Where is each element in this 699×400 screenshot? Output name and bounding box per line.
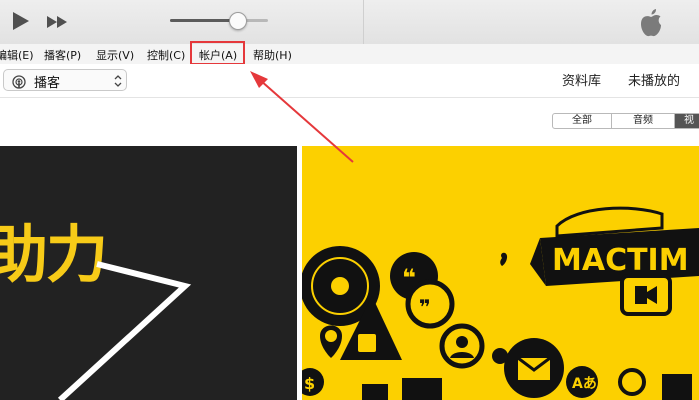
volume-slider-knob[interactable] (229, 12, 247, 30)
fast-forward-icon[interactable] (46, 14, 68, 33)
podcast-icon (12, 74, 26, 93)
library-toolbar: 播客 资料库 未播放的 (0, 64, 699, 98)
artwork-decoration (57, 261, 192, 400)
menu-view[interactable]: 显示(V) (96, 47, 134, 63)
play-icon[interactable] (11, 11, 31, 35)
podcast-artwork-left[interactable]: 助力 (0, 146, 297, 400)
podcast-artwork-right[interactable]: MACTIM ❝ ❞ Aあ $ (302, 146, 699, 400)
filter-video[interactable]: 视 (674, 113, 699, 129)
menu-podcast[interactable]: 播客(P) (44, 47, 81, 63)
volume-slider[interactable] (170, 19, 268, 22)
svg-text:❞: ❞ (419, 295, 431, 319)
artwork-illustration: MACTIM ❝ ❞ Aあ $ (302, 206, 699, 400)
artwork-banner-text: MACTIM (552, 243, 689, 278)
media-type-selector[interactable]: 播客 (3, 69, 127, 91)
filter-audio[interactable]: 音频 (611, 113, 675, 129)
menu-edit[interactable]: 编辑(E) (0, 47, 34, 63)
divider (363, 0, 364, 44)
menu-bar: 编辑(E) 播客(P) 显示(V) 控制(C) 帐户(A) 帮助(H) (0, 44, 699, 64)
player-controls-bar (0, 0, 699, 45)
tab-unplayed[interactable]: 未播放的 (628, 70, 680, 89)
tab-library[interactable]: 资料库 (562, 70, 601, 89)
media-type-label: 播客 (34, 76, 61, 91)
menu-help[interactable]: 帮助(H) (253, 47, 292, 63)
updown-chevron-icon (114, 73, 122, 92)
highlight-box (190, 41, 245, 65)
svg-text:Aあ: Aあ (572, 376, 597, 392)
apple-logo-icon (638, 8, 664, 42)
svg-text:$: $ (304, 374, 315, 393)
menu-controls[interactable]: 控制(C) (147, 47, 185, 63)
filter-all[interactable]: 全部 (552, 113, 612, 129)
